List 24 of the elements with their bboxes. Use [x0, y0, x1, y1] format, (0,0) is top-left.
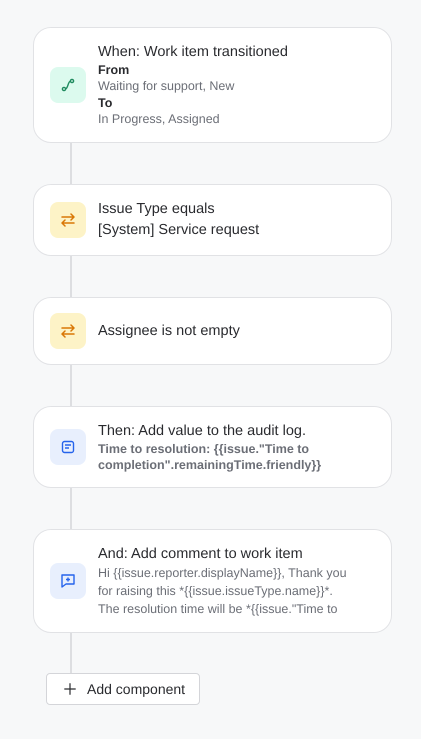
add-component-button[interactable]: Add component	[46, 673, 200, 705]
rule-step-card[interactable]: And: Add comment to work item Hi {{issue.reporter.displayName}}, Thank you for raising this *{{issue.issueType.name}}*. The resolution time will be *{{issue."Time to	[33, 529, 392, 633]
step-detail: Time to resolution: {{issue."Time to completion".remainingTime.friendly}}	[98, 441, 322, 473]
step-detail: [System] Service request	[98, 221, 260, 240]
step-detail: Hi {{issue.reporter.displayName}}, Thank you for raising this *{{issue.issueType.name}}*. The resolution time will be *{{issue."Time to	[98, 565, 348, 618]
step-title: When: Work item transitioned	[98, 43, 288, 62]
rule-step-card[interactable]: Then: Add value to the audit log. Time to resolution: {{issue."Time to completion".remainingTime.friendly}}	[33, 406, 392, 488]
comment-add-icon	[50, 563, 86, 599]
rule-step-card[interactable]: When: Work item transitioned From Waiting for support, New To In Progress, Assigned	[33, 27, 392, 143]
swap-arrows-icon	[50, 313, 86, 349]
rule-step-card[interactable]: Issue Type equals [System] Service request	[33, 184, 392, 256]
field-label: From	[98, 62, 130, 78]
rule-step-card[interactable]: Assignee is not empty	[33, 297, 392, 365]
step-title: And: Add comment to work item	[98, 545, 304, 564]
step-detail: Waiting for support, New	[98, 78, 236, 95]
note-icon	[50, 429, 86, 465]
transition-icon	[50, 67, 86, 103]
step-title: Assignee is not empty	[98, 322, 240, 341]
step-title: Then: Add value to the audit log.	[98, 422, 307, 441]
plus-icon	[61, 680, 79, 698]
step-detail: In Progress, Assigned	[98, 111, 221, 128]
step-title: Issue Type equals	[98, 200, 216, 219]
swap-arrows-icon	[50, 202, 86, 238]
field-label: To	[98, 95, 114, 111]
